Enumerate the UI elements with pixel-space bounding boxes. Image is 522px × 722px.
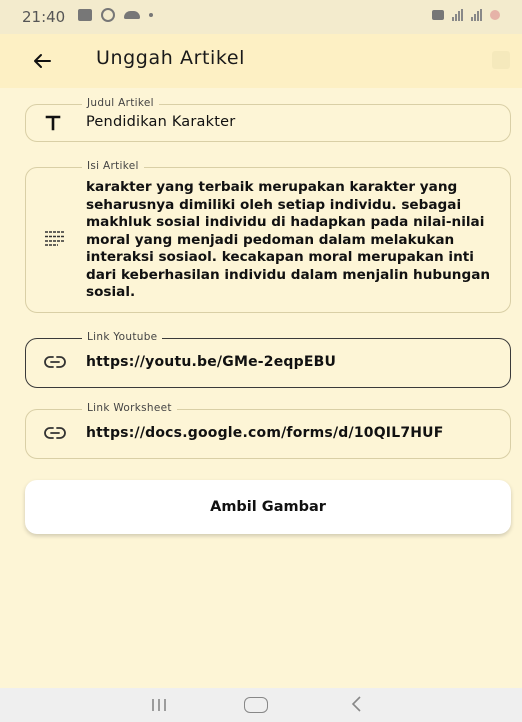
youtube-field-label: Link Youtube [82, 331, 163, 343]
page-title: Unggah Artikel [96, 47, 246, 69]
status-bar: 21:40 [0, 0, 522, 34]
status-left-icons [78, 8, 153, 22]
text-t-icon [45, 115, 61, 131]
take-photo-button[interactable]: Ambil Gambar [25, 480, 511, 534]
arrow-left-icon[interactable] [30, 49, 54, 73]
notes-icon [45, 231, 65, 246]
cloud-icon [124, 11, 140, 19]
content-field[interactable]: Isi Artikel karakter yang terbaik merupa… [25, 160, 511, 313]
gallery-icon [78, 9, 92, 21]
app-bar: Unggah Artikel [0, 34, 522, 88]
worksheet-link-input[interactable]: https://docs.google.com/forms/d/10QIL7HU… [86, 425, 498, 441]
status-right-icons [432, 9, 500, 21]
content-field-label: Isi Artikel [82, 160, 144, 172]
status-time: 21:40 [22, 8, 66, 26]
worksheet-field-label: Link Worksheet [82, 402, 177, 414]
title-field-label: Judul Artikel [82, 97, 159, 109]
back-icon[interactable] [350, 695, 364, 713]
link-icon [44, 356, 66, 368]
signal-icon [471, 9, 482, 21]
recent-apps-icon[interactable] [150, 698, 168, 712]
dot-icon [149, 13, 153, 17]
content-textarea[interactable]: karakter yang terbaik merupakan karakter… [86, 179, 498, 302]
system-nav-bar [0, 688, 522, 722]
youtube-link-field[interactable]: Link Youtube https://youtu.be/GMe-2eqpEB… [25, 331, 511, 388]
link-icon [44, 427, 66, 439]
battery-icon [490, 10, 500, 20]
youtube-link-input[interactable]: https://youtu.be/GMe-2eqpEBU [86, 354, 498, 370]
save-icon[interactable] [492, 51, 510, 69]
vibrate-icon [432, 10, 444, 20]
instagram-icon [101, 8, 115, 22]
signal-icon [452, 9, 463, 21]
title-field[interactable]: Judul Artikel Pendidikan Karakter [25, 97, 511, 142]
home-icon[interactable] [244, 697, 268, 713]
title-input[interactable]: Pendidikan Karakter [86, 114, 498, 130]
worksheet-link-field[interactable]: Link Worksheet https://docs.google.com/f… [25, 402, 511, 459]
